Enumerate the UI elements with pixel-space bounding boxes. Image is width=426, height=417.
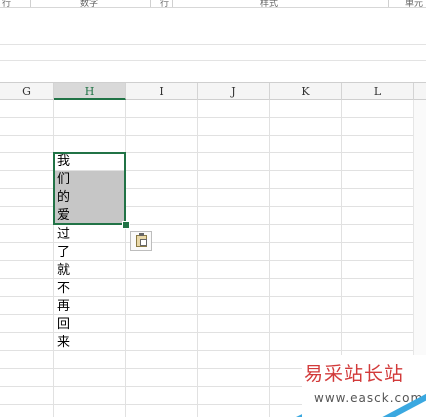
column-header-g[interactable]: G [0,83,54,100]
ribbon-group-label: 数字 [80,0,99,9]
ribbon-group-label: 行 [2,0,12,9]
cell-h-text[interactable]: 我 [54,153,126,171]
column-header-h[interactable]: H [54,83,126,100]
watermark: 易采站长站 www.easck.com [296,355,426,417]
ribbon-group-label: 行 [160,0,170,9]
column-header-j[interactable]: J [198,83,270,100]
cell-h-text[interactable]: 爱 [54,207,126,225]
cell-h-text[interactable]: 回 [54,316,126,334]
ribbon-group-label: 单元 [405,0,424,9]
cell-h-text[interactable]: 就 [54,262,126,280]
paste-options-button[interactable] [130,231,152,251]
cell-h-text[interactable]: 来 [54,334,126,352]
column-header-l[interactable]: L [342,83,414,100]
cell-h-text[interactable]: 了 [54,244,126,262]
cell-h-text[interactable]: 们 [54,171,126,189]
fill-handle[interactable] [122,221,130,229]
cell-h-text[interactable]: 的 [54,189,126,207]
cell-h-text[interactable]: 不 [54,280,126,298]
column-header-i[interactable]: I [126,83,198,100]
ribbon-group-bar: 行 数字 行 样式 单元 [0,0,426,9]
cell-h-text[interactable]: 再 [54,298,126,316]
ribbon-group-label: 样式 [260,0,279,9]
column-header-k[interactable]: K [270,83,342,100]
clipboard-icon [135,233,147,247]
watermark-brand: 易采站长站 [304,363,405,385]
ribbon: 行 数字 行 样式 单元 [0,0,426,82]
cell-h-text[interactable]: 过 [54,226,126,244]
column-header-row: G H I J K L [0,82,426,100]
